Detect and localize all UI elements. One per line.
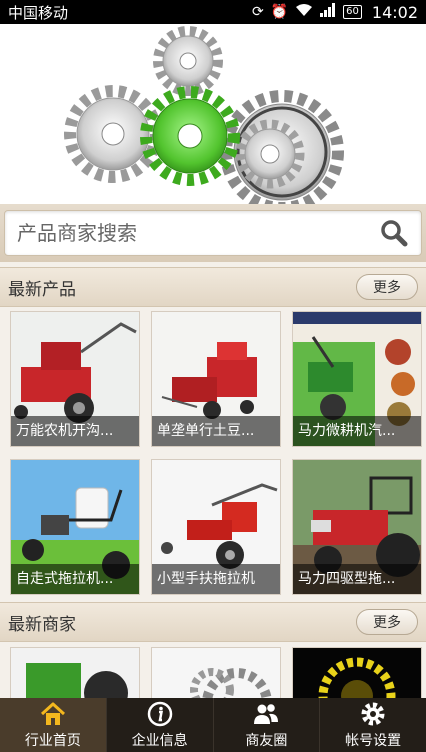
more-products-button[interactable]: 更多 (356, 274, 418, 300)
tab-account-settings[interactable]: 帐号设置 (319, 698, 426, 752)
people-icon (254, 704, 279, 724)
product-caption: 马力四驱型拖... (293, 564, 421, 594)
section-title: 最新商家 (8, 614, 76, 635)
tab-company-info[interactable]: 企业信息 (105, 698, 213, 752)
gear-green (140, 86, 240, 186)
search-icon[interactable] (379, 218, 409, 248)
sync-icon: ⟳ (251, 4, 264, 20)
gear-top (153, 26, 223, 96)
product-card[interactable]: 小型手扶拖拉机 (151, 459, 281, 595)
status-bar: 中国移动 ⟳ ⏰ 60 14:02 (0, 0, 426, 24)
section-title: 最新产品 (8, 279, 76, 300)
product-caption: 万能农机开沟... (11, 416, 139, 446)
alarm-icon: ⏰ (270, 4, 289, 20)
gear-left (64, 85, 162, 183)
battery-icon: 60 (343, 5, 362, 19)
tab-label: 行业首页 (24, 733, 81, 749)
tab-label: 帐号设置 (345, 733, 402, 749)
tab-friends[interactable]: 商友圈 (212, 698, 320, 752)
search-bar (0, 204, 426, 262)
product-card[interactable]: 自走式拖拉机... (10, 459, 140, 595)
wifi-icon (295, 3, 313, 21)
banner-gears-image[interactable] (0, 24, 426, 214)
product-card[interactable]: 马力微耕机汽... (292, 311, 422, 447)
product-caption: 自走式拖拉机... (11, 564, 139, 594)
tab-label: 企业信息 (131, 733, 188, 749)
tab-home[interactable]: 行业首页 (0, 698, 106, 752)
status-icons: ⟳ ⏰ 60 14:02 (252, 3, 418, 22)
clock: 14:02 (371, 2, 418, 22)
product-caption: 单垄单行土豆... (152, 416, 280, 446)
search-box[interactable] (4, 210, 422, 256)
home-icon (40, 702, 65, 725)
product-caption: 马力微耕机汽... (293, 416, 421, 446)
info-icon (147, 701, 172, 727)
signal-icon (320, 3, 336, 21)
latest-products-header: 最新产品 更多 (0, 267, 426, 307)
product-card[interactable]: 单垄单行土豆... (151, 311, 281, 447)
search-input[interactable] (17, 221, 379, 245)
carrier-name: 中国移动 (8, 3, 69, 22)
product-card[interactable]: 马力四驱型拖... (292, 459, 422, 595)
bottom-tab-bar: 行业首页 企业信息 商友圈 帐号设置 (0, 698, 426, 752)
product-caption: 小型手扶拖拉机 (152, 564, 280, 594)
product-grid: 万能农机开沟... 单垄单行土豆... 马力微耕机汽... 自走式拖拉机... … (0, 311, 426, 595)
product-card[interactable]: 万能农机开沟... (10, 311, 140, 447)
latest-merchants-header: 最新商家 更多 (0, 602, 426, 642)
gear-icon (361, 702, 385, 726)
more-merchants-button[interactable]: 更多 (356, 609, 418, 635)
tab-label: 商友圈 (245, 733, 288, 749)
